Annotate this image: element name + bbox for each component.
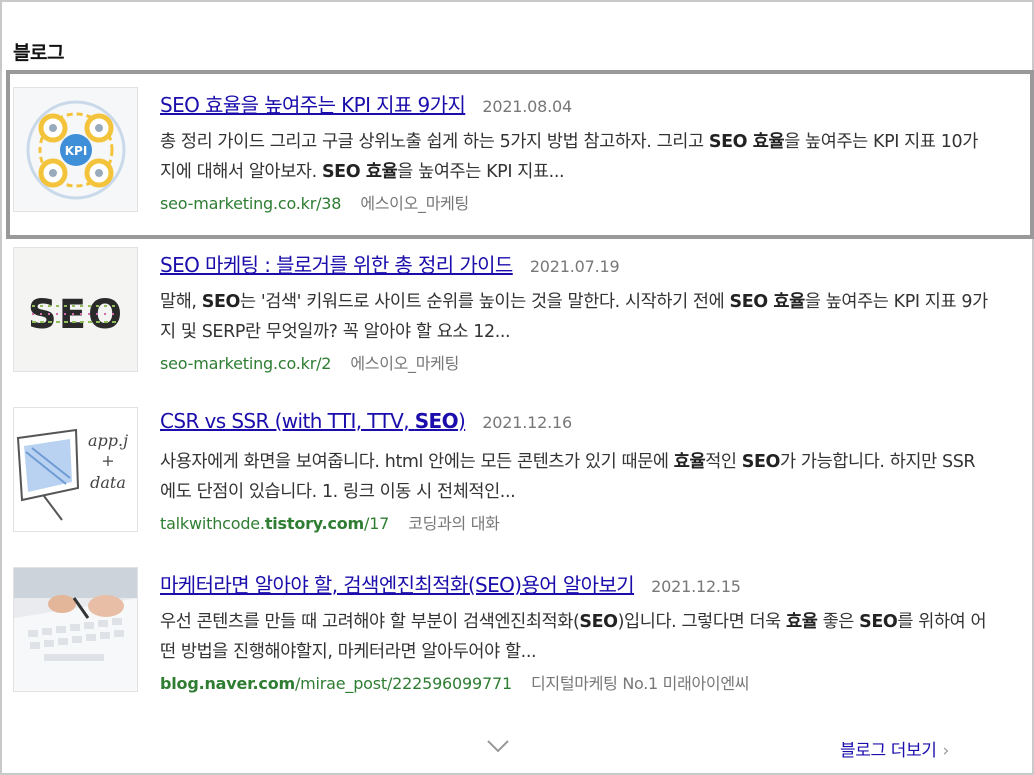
text-segment: 을 높여주는 KPI 지표... bbox=[397, 162, 565, 182]
text-segment: 사용자에게 화면을 보여줍니다. html 안에는 모든 콘텐츠가 있기 때문에 bbox=[160, 452, 674, 472]
seo-thumb-text: SEO bbox=[28, 292, 124, 338]
text-segment: talkwithcode. bbox=[160, 514, 265, 533]
result-thumbnail[interactable]: SEO bbox=[13, 247, 138, 372]
keyboard-photo-icon bbox=[14, 568, 137, 691]
search-result-panel: 블로그 KPI SEO 효율을 높여주는 KPI 지표 9가지 2021.08.… bbox=[0, 0, 1034, 775]
title-text: CSR vs SSR (with TTI, TTV, bbox=[160, 409, 415, 433]
seo-letters-icon: SEO bbox=[14, 248, 137, 371]
result-description: 총 정리 가이드 그리고 구글 상위노출 쉽게 하는 5가지 방법 참고하자. … bbox=[160, 127, 990, 187]
text-segment: 좋은 bbox=[817, 612, 860, 632]
text-segment: seo-marketing.co.kr/38 bbox=[160, 194, 342, 213]
title-text-end: ) bbox=[458, 409, 466, 433]
result-source[interactable]: 디지털마케팅 No.1 미래아이엔씨 bbox=[531, 674, 749, 693]
result-url[interactable]: seo-marketing.co.kr/2 bbox=[160, 354, 331, 373]
result-title-row: SEO 마케팅 : 블로거를 위한 총 정리 가이드 2021.07.19 bbox=[160, 249, 620, 278]
result-source[interactable]: 코딩과의 대화 bbox=[408, 514, 500, 533]
highlight-text: 효율 bbox=[673, 452, 706, 472]
text-segment: /17 bbox=[364, 514, 390, 533]
kpi-diagram-icon: KPI bbox=[14, 88, 137, 211]
result-thumbnail[interactable] bbox=[13, 567, 138, 692]
text-segment: /mirae_post/222596099771 bbox=[294, 674, 512, 693]
result-date: 2021.12.16 bbox=[482, 413, 572, 432]
svg-text:data: data bbox=[90, 473, 126, 492]
result-url[interactable]: blog.naver.com/mirae_post/222596099771 bbox=[160, 674, 512, 693]
result-date: 2021.08.04 bbox=[482, 97, 572, 116]
result-thumbnail[interactable]: app.j + data bbox=[13, 407, 138, 532]
text-segment: 는 '검색' 키워드로 사이트 순위를 높이는 것을 말한다. 시작하기 전에 bbox=[239, 292, 730, 312]
highlight-text: SEO bbox=[859, 612, 898, 632]
app-sketch-icon: app.j + data bbox=[14, 408, 137, 531]
result-title-row: 마케터라면 알아야 할, 검색엔진최적화(SEO)용어 알아보기 2021.12… bbox=[160, 569, 741, 598]
section-title: 블로그 bbox=[13, 42, 64, 64]
result-description: 우선 콘텐츠를 만들 때 고려해야 할 부분이 검색엔진최적화(SEO)입니다.… bbox=[160, 607, 990, 667]
result-item: SEO SEO 마케팅 : 블로거를 위한 총 정리 가이드 2021.07.1… bbox=[13, 247, 1013, 375]
result-thumbnail[interactable]: KPI bbox=[13, 87, 138, 212]
highlight-text: SEO bbox=[741, 452, 781, 472]
result-date: 2021.12.15 bbox=[651, 577, 741, 596]
result-title-link[interactable]: SEO 효율을 높여주는 KPI 지표 9가지 bbox=[160, 93, 466, 117]
result-meta: blog.naver.com/mirae_post/222596099771 디… bbox=[160, 670, 749, 694]
result-title-link[interactable]: SEO 마케팅 : 블로거를 위한 총 정리 가이드 bbox=[160, 253, 513, 277]
text-segment: )입니다. 그렇다면 더욱 bbox=[617, 612, 787, 632]
highlight-text: 효율 bbox=[786, 612, 818, 632]
result-url[interactable]: seo-marketing.co.kr/38 bbox=[160, 194, 341, 213]
highlight-text: SEO 효율 bbox=[729, 292, 806, 312]
result-url[interactable]: talkwithcode.tistory.com/17 bbox=[160, 514, 389, 533]
result-title-row: SEO 효율을 높여주는 KPI 지표 9가지 2021.08.04 bbox=[160, 89, 572, 118]
result-source[interactable]: 에스이오_마케팅 bbox=[360, 194, 469, 213]
result-title-link[interactable]: 마케터라면 알아야 할, 검색엔진최적화(SEO)용어 알아보기 bbox=[160, 573, 635, 597]
result-source[interactable]: 에스이오_마케팅 bbox=[350, 354, 459, 373]
blog-more-link[interactable]: 블로그 더보기 › bbox=[840, 736, 949, 761]
text-segment: seo-marketing.co.kr/2 bbox=[160, 354, 332, 373]
result-item: KPI SEO 효율을 높여주는 KPI 지표 9가지 2021.08.04 총… bbox=[13, 87, 1013, 215]
result-item: app.j + data CSR vs SSR (with TTI, TTV, … bbox=[13, 407, 1013, 535]
text-segment: 적인 bbox=[705, 452, 742, 472]
title-highlight: SEO bbox=[414, 409, 459, 433]
result-item: 마케터라면 알아야 할, 검색엔진최적화(SEO)용어 알아보기 2021.12… bbox=[13, 567, 1013, 695]
highlight-text: SEO 효율 bbox=[321, 162, 398, 182]
highlight-text: blog.naver.com bbox=[160, 674, 295, 693]
result-description: 말해, SEO는 '검색' 키워드로 사이트 순위를 높이는 것을 말한다. 시… bbox=[160, 287, 990, 347]
highlight-text: SEO 효율 bbox=[708, 132, 785, 152]
more-label: 블로그 더보기 bbox=[840, 741, 937, 761]
result-meta: talkwithcode.tistory.com/17 코딩과의 대화 bbox=[160, 510, 500, 534]
kpi-thumb-text: KPI bbox=[65, 144, 88, 158]
chevron-down-icon[interactable] bbox=[486, 738, 510, 754]
result-title-row: CSR vs SSR (with TTI, TTV, SEO) 2021.12.… bbox=[160, 409, 572, 433]
text-segment: 우선 콘텐츠를 만들 때 고려해야 할 부분이 검색엔진최적화( bbox=[160, 612, 580, 632]
chevron-right-icon: › bbox=[942, 741, 949, 761]
text-segment: 말해, bbox=[160, 292, 202, 312]
result-meta: seo-marketing.co.kr/38 에스이오_마케팅 bbox=[160, 190, 469, 214]
highlight-text: SEO bbox=[579, 612, 618, 632]
highlight-text: SEO bbox=[201, 292, 241, 312]
svg-text:app.j: app.j bbox=[88, 431, 128, 450]
result-meta: seo-marketing.co.kr/2 에스이오_마케팅 bbox=[160, 350, 459, 374]
text-segment: 총 정리 가이드 그리고 구글 상위노출 쉽게 하는 5가지 방법 참고하자. … bbox=[160, 132, 709, 152]
result-date: 2021.07.19 bbox=[529, 257, 620, 276]
result-title-link[interactable]: CSR vs SSR (with TTI, TTV, SEO) bbox=[160, 409, 466, 433]
svg-text:+: + bbox=[101, 451, 114, 470]
result-description: 사용자에게 화면을 보여줍니다. html 안에는 모든 콘텐츠가 있기 때문에… bbox=[160, 447, 990, 507]
highlight-text: tistory.com bbox=[264, 514, 364, 533]
